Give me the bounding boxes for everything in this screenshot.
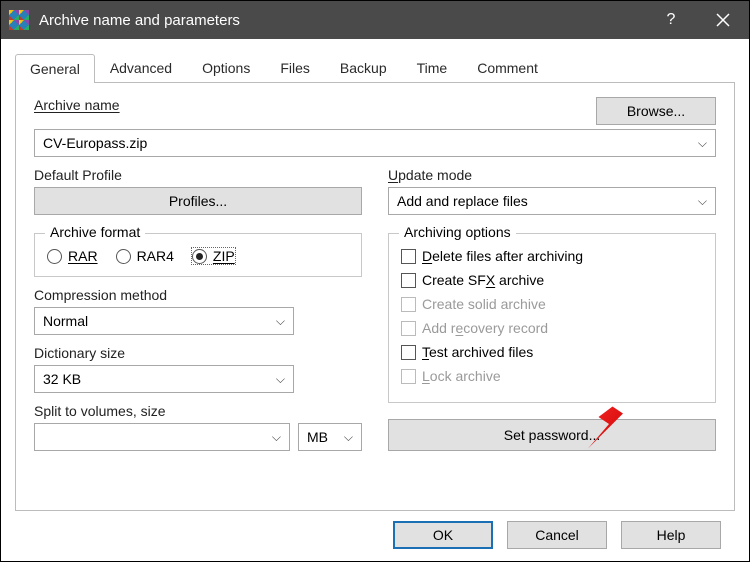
split-label: Split to volumes, size [34,403,362,419]
close-icon [716,13,730,27]
archive-format-group: Archive format RAR RAR4 ZIP [34,233,362,277]
close-titlebar-button[interactable] [697,1,749,39]
check-lock: Lock archive [401,368,703,384]
tab-time[interactable]: Time [402,53,463,82]
help-titlebar-button[interactable]: ? [645,1,697,39]
compression-label: CCompression methodompression method [34,287,362,303]
cancel-button[interactable]: Cancel [507,521,607,549]
client-area: General Advanced Options Files Backup Ti… [1,39,749,561]
tab-body-general: Archive name Browse... CV-Europass.zip ⌵… [15,83,735,511]
default-profile-label: Default Profile [34,167,362,183]
tab-files[interactable]: Files [265,53,325,82]
compression-select[interactable]: Normal ⌵ [34,307,294,335]
archive-format-legend: Archive format [45,224,145,240]
radio-rar[interactable]: RAR [47,248,98,264]
tab-advanced[interactable]: Advanced [95,53,187,82]
split-size-input[interactable]: ⌵ [34,423,290,451]
tab-general[interactable]: General [15,54,95,83]
archive-name-value: CV-Europass.zip [43,135,147,151]
archiving-options-group: Archiving options Delete files after arc… [388,233,716,403]
right-column: Update mode Add and replace files ⌵ Arch… [388,167,716,451]
split-unit-select[interactable]: MB ⌵ [298,423,362,451]
window-title: Archive name and parameters [39,12,240,29]
radio-zip[interactable]: ZIP [192,248,235,264]
app-icon [9,10,29,30]
help-button[interactable]: Help [621,521,721,549]
archive-name-label: Archive name [34,97,120,113]
chevron-down-icon: ⌵ [276,314,285,329]
archive-name-input[interactable]: CV-Europass.zip ⌵ [34,129,716,157]
check-test[interactable]: Test archived files [401,344,703,360]
dialog-button-row: OK Cancel Help [15,511,735,549]
dictionary-label: Dictionary size [34,345,362,361]
radio-rar4[interactable]: RAR4 [116,248,174,264]
archiving-options-legend: Archiving options [399,224,516,240]
compression-label-text: ompression method [44,287,167,303]
chevron-down-icon: ⌵ [344,430,353,445]
check-solid: Create solid archive [401,296,703,312]
tab-backup[interactable]: Backup [325,53,402,82]
dialog-window: Archive name and parameters ? General Ad… [0,0,750,562]
left-column: Default Profile Profiles... Archive form… [34,167,362,451]
chevron-down-icon: ⌵ [698,194,707,209]
chevron-down-icon: ⌵ [276,372,285,387]
titlebar: Archive name and parameters ? [1,1,749,39]
check-recovery: Add recovery record [401,320,703,336]
check-sfx[interactable]: Create SFX archive [401,272,703,288]
dictionary-select[interactable]: 32 KB ⌵ [34,365,294,393]
profiles-button[interactable]: Profiles... [34,187,362,215]
tab-comment[interactable]: Comment [462,53,553,82]
chevron-down-icon: ⌵ [698,136,707,151]
tabstrip: General Advanced Options Files Backup Ti… [15,53,735,83]
browse-button[interactable]: Browse... [596,97,716,125]
check-delete-after[interactable]: Delete files after archiving [401,248,703,264]
ok-button[interactable]: OK [393,521,493,549]
update-mode-select[interactable]: Add and replace files ⌵ [388,187,716,215]
update-mode-label: Update mode [388,167,716,183]
set-password-button[interactable]: Set password... [388,419,716,451]
tab-options[interactable]: Options [187,53,265,82]
chevron-down-icon: ⌵ [272,430,281,445]
